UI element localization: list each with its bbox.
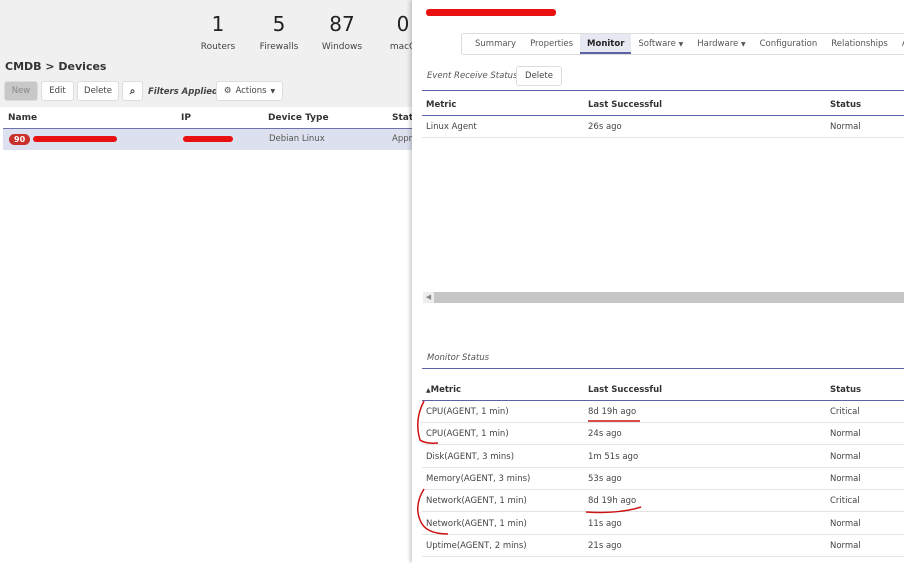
- search-icon: ⌕: [129, 85, 136, 97]
- stats-header: 1 Routers 5 Firewalls 87 Windows 0 macO CMDB…: [0, 0, 416, 107]
- divider: [422, 90, 904, 91]
- table-row[interactable]: Network(AGENT, 1 min) 8d 19h ago Critical: [422, 490, 904, 513]
- divider: [422, 368, 904, 369]
- detail-tabs: Summary Properties Monitor Software ▼ Ha…: [461, 33, 904, 55]
- metric-cell: CPU(AGENT, 1 min): [426, 407, 509, 417]
- last-successful-cell: 24s ago: [588, 429, 622, 440]
- device-detail-panel: Summary Properties Monitor Software ▼ Ha…: [412, 0, 904, 563]
- col-name[interactable]: Name: [8, 108, 37, 128]
- table-row[interactable]: CPU(AGENT, 1 min) 8d 19h ago Critical: [422, 401, 904, 423]
- gear-icon: ⚙: [223, 86, 232, 96]
- table-row[interactable]: Linux Agent 26s ago Normal: [422, 116, 904, 138]
- redacted-title: [426, 9, 556, 16]
- redacted-name: [33, 136, 117, 142]
- table-row[interactable]: Uptime(AGENT, 2 mins) 21s ago Normal: [422, 535, 904, 557]
- metric-cell: Uptime(AGENT, 2 mins): [426, 540, 527, 551]
- status-cell: Normal: [830, 429, 861, 440]
- caret-down-icon: ▼: [270, 87, 276, 95]
- stat-routers[interactable]: 1 Routers: [188, 12, 248, 52]
- last-successful-cell: 53s ago: [588, 473, 622, 484]
- monitor-col-last-successful[interactable]: Last Successful: [588, 385, 662, 395]
- tab-properties[interactable]: Properties: [523, 34, 580, 54]
- table-row[interactable]: 90 Debian Linux Appr: [3, 128, 412, 150]
- metric-cell: Network(AGENT, 1 min): [426, 518, 527, 529]
- status-cell: Normal: [830, 518, 861, 529]
- last-successful-cell: 21s ago: [588, 540, 622, 551]
- delete-button[interactable]: Delete: [77, 81, 119, 101]
- monitor-status-label: Monitor Status: [427, 353, 490, 363]
- table-row[interactable]: CPU(AGENT, 1 min) 24s ago Normal: [422, 423, 904, 446]
- event-receive-status-label: Event Receive Status: [427, 71, 518, 81]
- redacted-ip: [183, 136, 233, 142]
- metric-cell: Network(AGENT, 1 min): [426, 496, 527, 507]
- status-cell: Normal: [830, 540, 861, 551]
- metric-cell: CPU(AGENT, 1 min): [426, 429, 509, 440]
- tab-hardware[interactable]: Hardware ▼: [690, 34, 752, 54]
- filters-applied[interactable]: Filters Applied: [148, 87, 218, 97]
- scroll-left-icon[interactable]: ◀: [423, 292, 434, 303]
- search-button[interactable]: ⌕: [122, 81, 143, 101]
- status-cell: Critical: [830, 407, 860, 417]
- status-cell: Critical: [830, 496, 860, 507]
- actions-button[interactable]: ⚙ Actions ▼: [216, 81, 283, 101]
- event-col-metric[interactable]: Metric: [426, 100, 456, 110]
- new-button[interactable]: New: [4, 81, 38, 101]
- monitor-col-metric[interactable]: ▲Metric: [426, 385, 461, 395]
- table-row[interactable]: Memory(AGENT, 3 mins) 53s ago Normal: [422, 468, 904, 490]
- status-cell: Normal: [830, 451, 861, 462]
- stat-windows[interactable]: 87 Windows: [312, 12, 372, 52]
- horizontal-scrollbar[interactable]: ◀: [423, 292, 904, 303]
- tab-software[interactable]: Software ▼: [631, 34, 690, 54]
- caret-down-icon: ▼: [740, 41, 746, 48]
- last-successful-cell: 8d 19h ago: [588, 407, 637, 417]
- col-ip[interactable]: IP: [181, 108, 191, 128]
- caret-down-icon: ▼: [678, 41, 684, 48]
- event-delete-button[interactable]: Delete: [516, 66, 562, 86]
- last-successful-cell: 11s ago: [588, 518, 622, 529]
- devices-panel: 1 Routers 5 Firewalls 87 Windows 0 macO CMDB…: [0, 0, 416, 563]
- event-col-status[interactable]: Status: [830, 100, 861, 110]
- metric-cell: Memory(AGENT, 3 mins): [426, 473, 531, 484]
- col-device-type[interactable]: Device Type: [268, 108, 329, 128]
- last-successful-cell: 8d 19h ago: [588, 496, 637, 507]
- device-status: Appr: [392, 134, 413, 144]
- event-col-last-successful[interactable]: Last Successful: [588, 100, 662, 110]
- breadcrumb: CMDB > Devices: [5, 60, 107, 73]
- tab-configuration[interactable]: Configuration: [753, 34, 825, 54]
- status-cell: Normal: [830, 473, 861, 484]
- metric-cell: Disk(AGENT, 3 mins): [426, 451, 515, 462]
- tab-relationships[interactable]: Relationships: [824, 34, 895, 54]
- count-badge: 90: [9, 134, 31, 145]
- table-row[interactable]: Network(AGENT, 1 min) 11s ago Normal: [422, 513, 904, 535]
- edit-button[interactable]: Edit: [41, 81, 74, 101]
- table-row[interactable]: Disk(AGENT, 3 mins) 1m 51s ago Normal: [422, 446, 904, 468]
- device-type: Debian Linux: [269, 134, 325, 144]
- tab-summary[interactable]: Summary: [468, 34, 523, 54]
- last-successful-cell: 1m 51s ago: [588, 451, 639, 462]
- col-status[interactable]: Statu: [392, 108, 412, 128]
- tab-monitor[interactable]: Monitor: [580, 34, 632, 54]
- monitor-col-status[interactable]: Status: [830, 385, 861, 395]
- stat-firewalls[interactable]: 5 Firewalls: [249, 12, 309, 52]
- tab-agent-templates[interactable]: Agent Tem: [895, 34, 904, 54]
